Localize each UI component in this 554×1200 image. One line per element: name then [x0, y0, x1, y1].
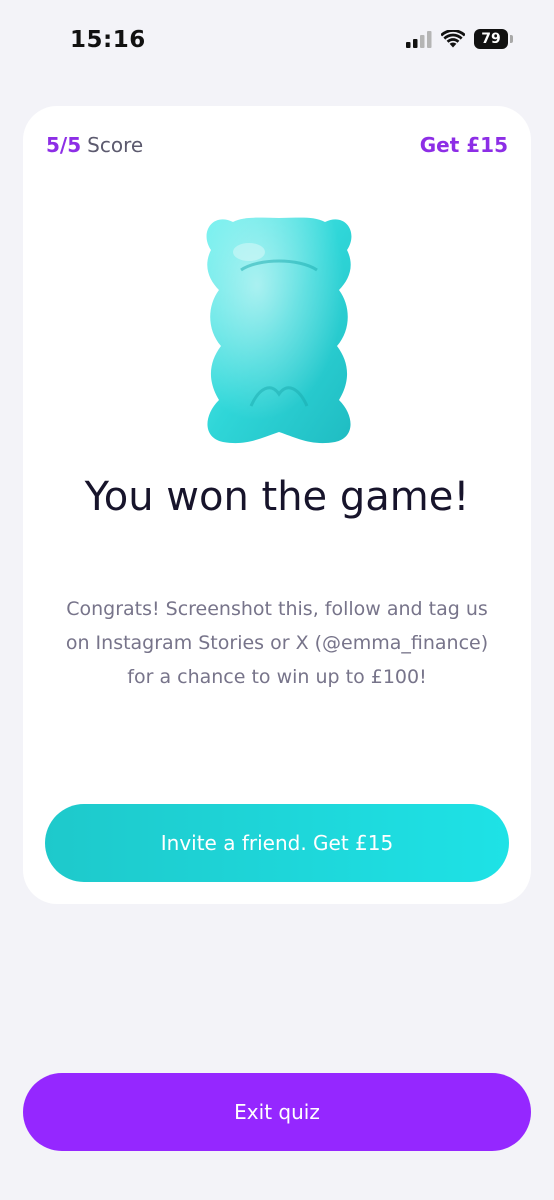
score-value: 5/5: [46, 133, 82, 157]
result-card: 5/5 Score Get £15 You won the game! Cong…: [23, 106, 531, 904]
status-time: 15:16: [70, 27, 146, 53]
status-bar: 15:16 79: [0, 0, 554, 80]
gummy-bear-icon: [206, 217, 352, 444]
signal-icon: [406, 30, 432, 48]
score-display: 5/5 Score: [46, 133, 143, 157]
status-icons: 79: [406, 29, 513, 49]
score-label: Score: [87, 133, 144, 157]
exit-quiz-button[interactable]: Exit quiz: [23, 1073, 531, 1151]
battery-cap: [510, 35, 513, 43]
quiz-result-screen: 15:16 79 5/5 Score Get £15 You won the g…: [0, 0, 554, 1200]
battery-level: 79: [481, 31, 501, 47]
result-description: Congrats! Screenshot this, follow and ta…: [65, 598, 489, 688]
get-reward-link[interactable]: Get £15: [420, 133, 508, 157]
battery-icon: 79: [474, 29, 513, 49]
wifi-icon: [441, 30, 465, 48]
result-headline: You won the game!: [84, 474, 470, 520]
invite-friend-button[interactable]: Invite a friend. Get £15: [45, 804, 509, 882]
